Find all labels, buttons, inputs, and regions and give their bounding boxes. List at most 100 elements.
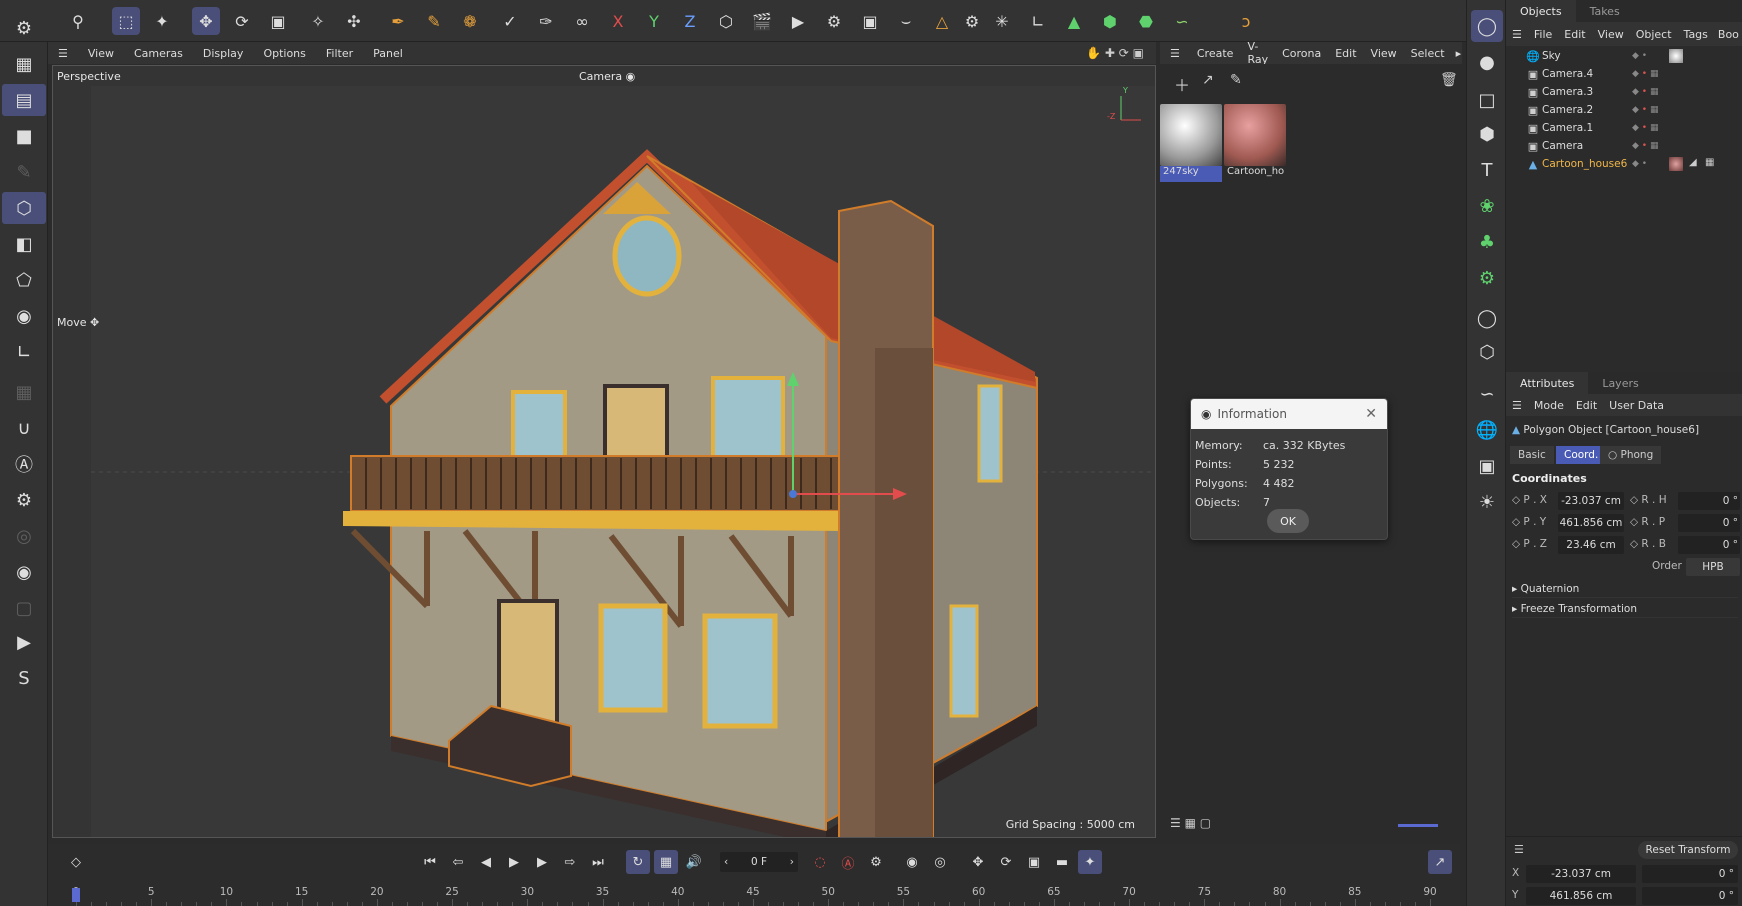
vray-geometry-icon[interactable]: ▲ xyxy=(1060,7,1088,35)
search-icon[interactable]: ⚲ xyxy=(64,7,92,35)
visibility-flags[interactable]: ◆ • xyxy=(1632,51,1647,61)
grid-icon[interactable]: ▦ xyxy=(2,48,46,80)
list-item-selected[interactable]: ▲ Cartoon_house6 ◆ • ◢ ▦ xyxy=(1506,154,1742,174)
motion-clip-icon[interactable]: ◎ xyxy=(928,850,952,874)
text-icon[interactable]: T xyxy=(1471,154,1503,186)
am-menu-user-data[interactable]: User Data xyxy=(1603,399,1670,412)
spline-pen-icon[interactable]: ✒ xyxy=(384,7,412,35)
next-key-button[interactable]: ⇨ xyxy=(558,850,582,874)
magnet-icon[interactable]: ∪ xyxy=(2,412,46,444)
link-icon[interactable]: ⌣ xyxy=(892,7,920,35)
eyedropper-icon[interactable]: ✎ xyxy=(1230,72,1242,88)
vray-icon[interactable]: △ xyxy=(928,7,956,35)
om-menu-object[interactable]: Object xyxy=(1630,28,1678,41)
character-icon[interactable]: ᴐ xyxy=(1232,7,1260,35)
generator-icon[interactable]: ❀ xyxy=(1471,190,1503,222)
order-dropdown[interactable]: HPB xyxy=(1686,558,1740,576)
y-axis-icon[interactable]: Y xyxy=(640,7,668,35)
viewport-menu-cameras[interactable]: Cameras xyxy=(124,47,193,60)
hamburger-icon[interactable]: ☰ xyxy=(1160,47,1190,60)
light-bulb-icon[interactable]: ☀ xyxy=(1471,486,1503,518)
deformer-icon[interactable]: ◯ xyxy=(1471,302,1503,334)
mat-menu-corona[interactable]: Corona xyxy=(1275,47,1328,60)
om-menu-tags[interactable]: Tags xyxy=(1678,28,1714,41)
viewport-menu-display[interactable]: Display xyxy=(193,47,254,60)
scale-key-icon[interactable]: ▣ xyxy=(1022,850,1046,874)
field-icon[interactable]: ⬡ xyxy=(1471,336,1503,368)
render-settings-icon[interactable]: ⚙ xyxy=(820,7,848,35)
expand-timeline-icon[interactable]: ↗ xyxy=(1428,850,1452,874)
list-view-icon[interactable]: ☰ ▦ ▢ xyxy=(1170,816,1211,830)
lights-icon[interactable]: ✳ xyxy=(988,7,1016,35)
viewport-menu-filter[interactable]: Filter xyxy=(316,47,363,60)
hamburger-icon[interactable]: ☰ xyxy=(1506,399,1528,412)
point-level-icon[interactable]: ✦ xyxy=(1078,850,1102,874)
tab-objects[interactable]: Objects xyxy=(1506,0,1576,22)
play-button[interactable]: ▶ xyxy=(502,850,526,874)
list-item[interactable]: ▣ Camera.1 ◆ • ▦ xyxy=(1506,118,1742,138)
zoom-slider[interactable] xyxy=(1398,824,1438,827)
om-menu-file[interactable]: File xyxy=(1528,28,1558,41)
material-thumb-house[interactable] xyxy=(1224,104,1286,166)
tab-attributes[interactable]: Attributes xyxy=(1506,372,1589,394)
point-icon[interactable]: ◉ xyxy=(2,300,46,332)
effector-icon[interactable]: ⚙ xyxy=(1471,262,1503,294)
x-position-field[interactable]: -23.037 cm xyxy=(1526,865,1636,883)
go-to-start-button[interactable]: ⏮ xyxy=(418,850,442,874)
hamburger-icon[interactable]: ☰ xyxy=(1514,843,1524,856)
render-region-icon[interactable]: 🎬 xyxy=(748,7,776,35)
mat-menu-create[interactable]: Create xyxy=(1190,47,1241,60)
visibility-flags[interactable]: ◆ • ▦ xyxy=(1632,141,1658,151)
environment-icon[interactable]: 🌐 xyxy=(1471,414,1503,446)
picture-viewer-icon[interactable]: ▣ xyxy=(856,7,884,35)
subtab-coord[interactable]: Coord. xyxy=(1556,446,1607,464)
y-position-field[interactable]: 461.856 cm xyxy=(1526,887,1636,905)
material-tag-icon[interactable] xyxy=(1669,49,1683,63)
knife-icon[interactable]: ✑ xyxy=(532,7,560,35)
rp-field[interactable]: 0 ° xyxy=(1678,514,1740,532)
timeline-ruler[interactable]: 051015202530354045505560657075808590 xyxy=(48,880,1460,906)
viewport[interactable]: Perspective Camera ◉ -Z Y Move ✥ Grid Sp… xyxy=(52,65,1156,838)
position-key-icon[interactable]: ✥ xyxy=(966,850,990,874)
om-menu-view[interactable]: View xyxy=(1592,28,1630,41)
visibility-flags[interactable]: ◆ • ▦ xyxy=(1632,87,1658,97)
axis-mode-icon[interactable]: ∟ xyxy=(2,336,46,368)
om-menu-edit[interactable]: Edit xyxy=(1558,28,1591,41)
hamburger-icon[interactable]: ☰ xyxy=(1506,28,1528,41)
live-select-icon[interactable]: ✦ xyxy=(148,7,176,35)
s-logo-icon[interactable]: S xyxy=(2,662,46,694)
om-menu-bookmarks[interactable]: Boo xyxy=(1714,28,1742,41)
paint-icon[interactable]: ❁ xyxy=(456,7,484,35)
render-view-icon[interactable]: ▶ xyxy=(784,7,812,35)
house-model[interactable] xyxy=(91,86,1156,838)
px-field[interactable]: -23.037 cm xyxy=(1558,492,1624,510)
quaternion-group[interactable]: ▸ Quaternion xyxy=(1512,580,1738,598)
plane-icon[interactable]: □ xyxy=(1471,84,1503,116)
viewport-menu-options[interactable]: Options xyxy=(253,47,315,60)
settings-icon[interactable]: ⚙ xyxy=(958,7,986,35)
axis-icon[interactable]: ∟ xyxy=(1024,7,1052,35)
model-icon[interactable]: ⬡ xyxy=(2,192,46,224)
loop-button[interactable]: ↻ xyxy=(626,850,650,874)
cloner-icon[interactable]: ♣ xyxy=(1471,226,1503,258)
pz-field[interactable]: 23.46 cm xyxy=(1558,536,1624,554)
viewport-nav-icons[interactable]: ✋ ✚ ⟳ ▣ xyxy=(1086,46,1144,60)
material-thumb-sky[interactable] xyxy=(1160,104,1222,166)
sky-object-icon[interactable]: ◯ xyxy=(1471,10,1503,42)
y-rotation-field[interactable]: 0 ° xyxy=(1642,887,1738,905)
tab-takes[interactable]: Takes xyxy=(1576,0,1634,22)
am-menu-edit[interactable]: Edit xyxy=(1570,399,1603,412)
uvw-tag-icon[interactable]: ▦ xyxy=(1705,157,1714,168)
reset-transform-button[interactable]: Reset Transform xyxy=(1638,841,1738,859)
move-icon[interactable]: ✥ xyxy=(192,7,220,35)
record-icon[interactable]: ◌ xyxy=(808,850,832,874)
tab-layers[interactable]: Layers xyxy=(1588,372,1652,394)
polygon-icon[interactable]: ◧ xyxy=(2,228,46,260)
list-item[interactable]: ▣ Camera.2 ◆ • ▦ xyxy=(1506,100,1742,120)
freeze-transformation-group[interactable]: ▸ Freeze Transformation xyxy=(1512,600,1738,618)
list-item[interactable]: ▣ Camera.4 ◆ • ▦ xyxy=(1506,64,1742,84)
material-tag-icon[interactable] xyxy=(1669,157,1683,171)
lasso-icon[interactable]: ∞ xyxy=(568,7,596,35)
brush-icon[interactable]: ✓ xyxy=(496,7,524,35)
gear-settings-icon[interactable]: ⚙ xyxy=(2,484,46,516)
